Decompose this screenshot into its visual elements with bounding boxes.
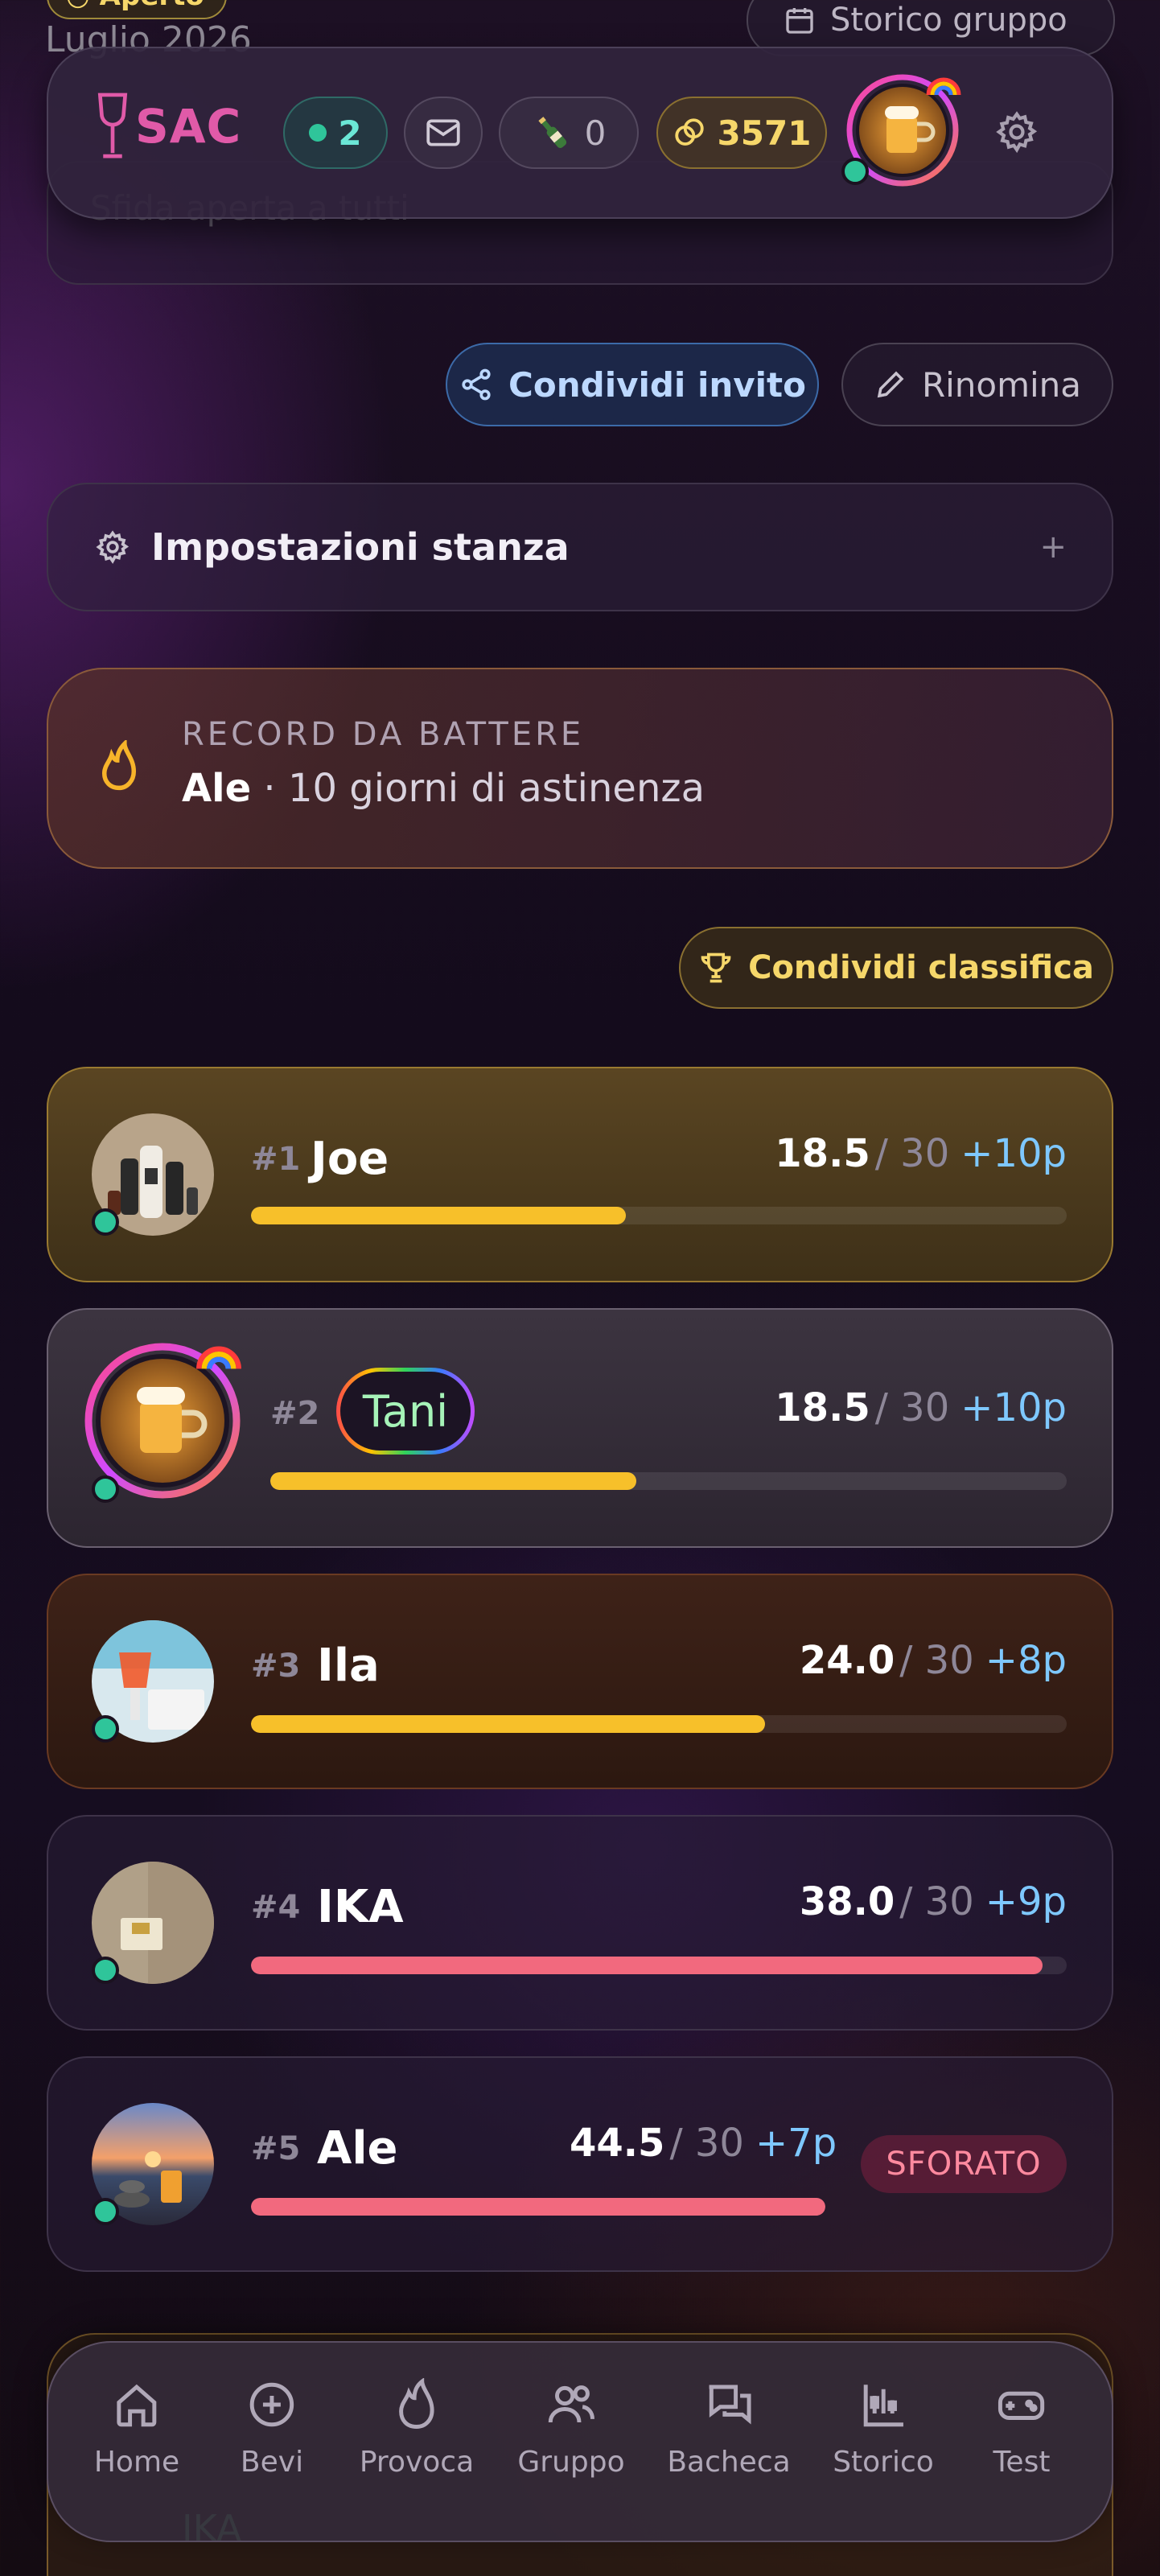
flame-icon xyxy=(399,2378,434,2429)
nav-test[interactable]: Test xyxy=(993,2378,1050,2479)
expand-icon: + xyxy=(1039,529,1067,566)
user-name: IKA xyxy=(317,1881,404,1933)
trophy-icon xyxy=(701,953,731,983)
room-settings-accordion[interactable]: Impostazioni stanza + xyxy=(47,483,1113,611)
coins-balance[interactable]: 3571 xyxy=(656,97,827,169)
progress-fill xyxy=(251,1957,1043,1974)
score: 44.5 / 30 +7p xyxy=(570,2121,837,2166)
online-dot-icon xyxy=(309,124,327,142)
pencil-icon xyxy=(877,371,904,398)
messages-button[interactable] xyxy=(404,97,483,169)
profile-avatar[interactable] xyxy=(841,74,961,187)
rainbow-icon xyxy=(196,1346,241,1369)
nav-board[interactable]: Bacheca xyxy=(667,2378,791,2479)
online-status-dot xyxy=(92,1475,119,1503)
progress-fill xyxy=(251,1715,765,1733)
online-status-dot xyxy=(92,1208,119,1236)
online-users-badge[interactable]: 2 xyxy=(283,97,388,169)
nav-home[interactable]: Home xyxy=(94,2378,179,2479)
online-status-dot xyxy=(92,1715,119,1743)
gamepad-icon xyxy=(998,2391,1045,2420)
score: 18.5 / 30 +10p xyxy=(775,1131,1067,1176)
rename-button[interactable]: Rinomina xyxy=(841,343,1113,426)
rainbow-icon xyxy=(926,77,961,96)
online-status-dot xyxy=(92,2198,119,2225)
record-label: RECORD DA BATTERE xyxy=(182,716,585,753)
chart-icon xyxy=(863,2385,903,2427)
users-icon xyxy=(548,2385,594,2423)
rank-label: #3 xyxy=(251,1648,301,1685)
share-invite-button[interactable]: Condividi invito xyxy=(446,343,819,426)
score: 18.5 / 30 +10p xyxy=(775,1385,1067,1430)
flame-icon xyxy=(97,738,142,795)
rank-label: #4 xyxy=(251,1889,301,1926)
coins-icon xyxy=(674,118,704,146)
progress-fill xyxy=(270,1472,637,1490)
bottle-icon xyxy=(538,117,566,149)
score: 24.0 / 30 +8p xyxy=(799,1638,1067,1683)
nav-provoke[interactable]: Provoca xyxy=(360,2378,474,2479)
progress-bar xyxy=(251,1715,1067,1733)
logo-text: SAC xyxy=(135,99,242,154)
chat-icon xyxy=(709,2385,751,2425)
user-name: Ila xyxy=(317,1640,380,1692)
bottles-counter[interactable]: 0 xyxy=(499,97,639,169)
rank-label: #1 xyxy=(251,1141,301,1178)
progress-fill xyxy=(251,1207,627,1224)
home-icon xyxy=(117,2384,157,2427)
status-badge: ◷ Aperto xyxy=(47,0,227,19)
app-logo[interactable]: SAC xyxy=(95,92,241,161)
rank-label: #5 xyxy=(251,2130,301,2167)
progress-bar xyxy=(251,1957,1067,1974)
user-name: Ale xyxy=(317,2122,398,2175)
share-icon xyxy=(462,368,491,401)
record-detail: Ale · 10 giorni di astinenza xyxy=(182,766,705,811)
progress-bar xyxy=(270,1472,1067,1490)
highlighted-name-badge: Tani xyxy=(336,1368,475,1455)
progress-fill xyxy=(251,2198,825,2216)
online-status-dot xyxy=(92,1957,119,1984)
nav-history[interactable]: Storico xyxy=(833,2378,934,2479)
share-leaderboard-button[interactable]: Condividi classifica xyxy=(679,927,1113,1009)
progress-bar xyxy=(251,1207,1067,1224)
lock-icon: ◷ xyxy=(66,0,90,12)
nav-group[interactable]: Gruppo xyxy=(517,2378,625,2479)
gear-icon xyxy=(96,530,130,564)
score: 38.0 / 30 +9p xyxy=(799,1879,1067,1924)
wine-glass-icon xyxy=(97,93,128,158)
settings-gear-button[interactable] xyxy=(994,109,1039,158)
status-badge: SFORATO xyxy=(861,2135,1067,2193)
calendar-icon xyxy=(786,8,813,34)
room-settings-title: Impostazioni stanza xyxy=(151,525,570,569)
rank-label: #2 xyxy=(270,1395,320,1432)
nav-drink[interactable]: Bevi xyxy=(241,2378,303,2479)
progress-bar xyxy=(251,2198,825,2216)
plus-circle-icon xyxy=(249,2382,294,2427)
user-name: Joe xyxy=(311,1133,389,1185)
gear-icon xyxy=(996,111,1038,154)
online-status-dot xyxy=(841,158,869,185)
mail-icon xyxy=(426,119,460,146)
